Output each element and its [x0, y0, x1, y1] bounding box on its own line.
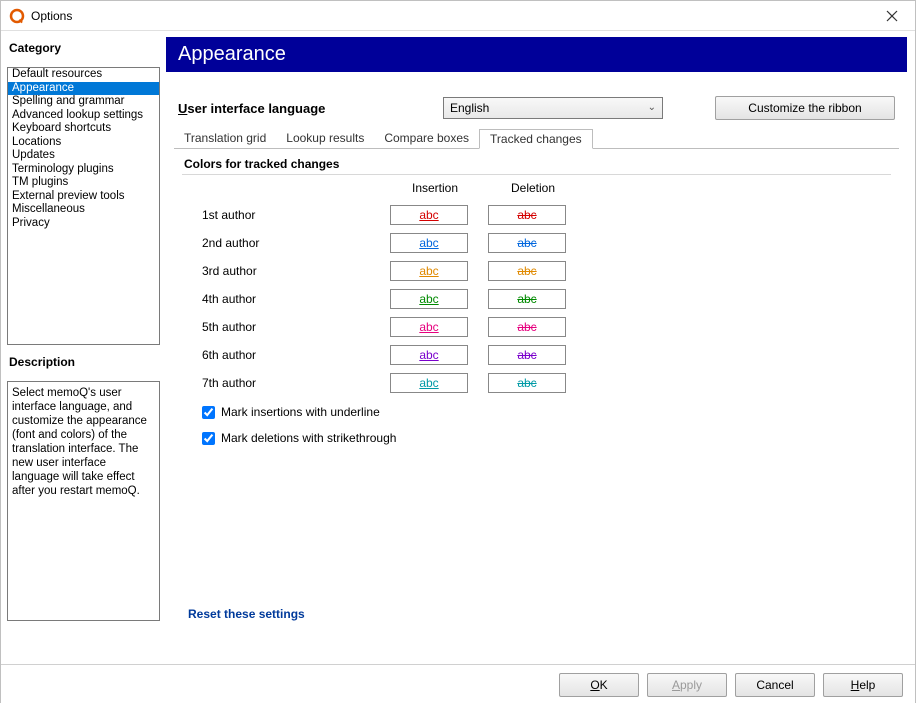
deletion-color-swatch[interactable]: abc [488, 261, 566, 281]
deletion-color-swatch[interactable]: abc [488, 345, 566, 365]
category-item[interactable]: Spelling and grammar [8, 95, 159, 109]
category-item[interactable]: Locations [8, 136, 159, 150]
mark-deletions-checkbox[interactable]: Mark deletions with strikethrough [202, 431, 885, 445]
author-row-label: 1st author [202, 208, 382, 222]
mark-insertions-label: Mark insertions with underline [221, 405, 380, 419]
reset-settings-link[interactable]: Reset these settings [188, 607, 305, 621]
deletion-color-swatch[interactable]: abc [488, 205, 566, 225]
author-row-label: 5th author [202, 320, 382, 334]
author-row-label: 7th author [202, 376, 382, 390]
mark-insertions-checkbox[interactable]: Mark insertions with underline [202, 405, 885, 419]
tabstrip: Translation gridLookup resultsCompare bo… [174, 128, 899, 149]
app-icon [9, 8, 25, 24]
tab[interactable]: Lookup results [276, 129, 374, 149]
category-list[interactable]: Default resourcesAppearanceSpelling and … [7, 67, 160, 345]
tab[interactable]: Compare boxes [374, 129, 479, 149]
insertion-color-swatch[interactable]: abc [390, 261, 468, 281]
mark-insertions-input[interactable] [202, 406, 215, 419]
apply-button: Apply [647, 673, 727, 697]
mark-deletions-label: Mark deletions with strikethrough [221, 431, 396, 445]
category-heading: Category [7, 37, 160, 61]
tab[interactable]: Translation grid [174, 129, 276, 149]
description-heading: Description [7, 351, 160, 375]
deletion-color-swatch[interactable]: abc [488, 317, 566, 337]
ui-language-select[interactable]: English ⌄ [443, 97, 663, 119]
ok-button[interactable]: OK [559, 673, 639, 697]
mark-deletions-input[interactable] [202, 432, 215, 445]
insertion-color-swatch[interactable]: abc [390, 345, 468, 365]
help-button[interactable]: Help [823, 673, 903, 697]
customize-ribbon-button[interactable]: Customize the ribbon [715, 96, 895, 120]
author-row-label: 2nd author [202, 236, 382, 250]
insertion-color-swatch[interactable]: abc [390, 289, 468, 309]
insertion-color-swatch[interactable]: abc [390, 317, 468, 337]
close-button[interactable] [877, 1, 907, 31]
category-item[interactable]: Default resources [8, 68, 159, 82]
page-title: Appearance [166, 37, 907, 72]
description-text: Select memoQ's user interface language, … [7, 381, 160, 621]
column-header-insertion: Insertion [390, 181, 480, 197]
author-row-label: 3rd author [202, 264, 382, 278]
deletion-color-swatch[interactable]: abc [488, 233, 566, 253]
column-header-deletion: Deletion [488, 181, 578, 197]
dialog-footer: OK Apply Cancel Help [1, 664, 915, 704]
deletion-color-swatch[interactable]: abc [488, 289, 566, 309]
section-title: Colors for tracked changes [182, 157, 891, 175]
author-row-label: 6th author [202, 348, 382, 362]
ui-language-value: English [450, 101, 489, 115]
ui-language-label: User interface language [178, 101, 423, 116]
tracked-changes-pane: Colors for tracked changes Insertion Dele… [174, 149, 899, 629]
category-item[interactable]: TM plugins [8, 176, 159, 190]
category-item[interactable]: Updates [8, 149, 159, 163]
category-item[interactable]: Miscellaneous [8, 203, 159, 217]
deletion-color-swatch[interactable]: abc [488, 373, 566, 393]
category-item[interactable]: Appearance [8, 82, 159, 96]
cancel-button[interactable]: Cancel [735, 673, 815, 697]
tab[interactable]: Tracked changes [479, 129, 593, 149]
insertion-color-swatch[interactable]: abc [390, 205, 468, 225]
insertion-color-swatch[interactable]: abc [390, 373, 468, 393]
category-item[interactable]: External preview tools [8, 190, 159, 204]
category-item[interactable]: Privacy [8, 217, 159, 231]
category-item[interactable]: Keyboard shortcuts [8, 122, 159, 136]
category-item[interactable]: Advanced lookup settings [8, 109, 159, 123]
insertion-color-swatch[interactable]: abc [390, 233, 468, 253]
sidebar: Category Default resourcesAppearanceSpel… [1, 31, 166, 664]
main-panel: Appearance User interface language Engli… [166, 31, 915, 664]
window-title: Options [31, 9, 877, 23]
category-item[interactable]: Terminology plugins [8, 163, 159, 177]
titlebar: Options [1, 1, 915, 31]
author-row-label: 4th author [202, 292, 382, 306]
chevron-down-icon: ⌄ [648, 102, 656, 113]
